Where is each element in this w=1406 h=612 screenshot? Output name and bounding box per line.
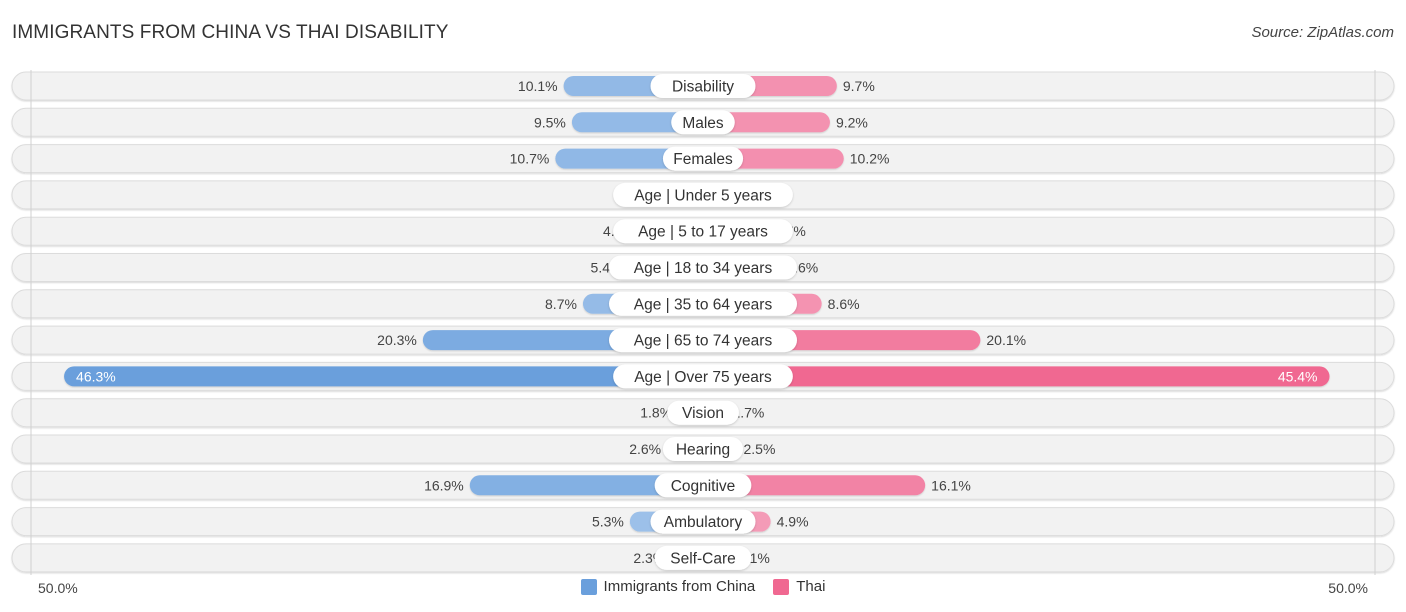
legend: Immigrants from China Thai — [0, 578, 1406, 595]
value-label-thai: 20.1% — [986, 332, 1026, 348]
value-label-china: 9.5% — [534, 114, 566, 130]
chart-row[interactable]: 10.7% 10.2% Females — [11, 144, 1395, 174]
chart-row[interactable]: 2.6% 2.5% Hearing — [11, 434, 1395, 464]
chart-row[interactable]: 16.9% 16.1% Cognitive — [11, 470, 1395, 500]
value-label-thai: 10.2% — [850, 151, 890, 167]
category-label: Age | 5 to 17 years — [638, 224, 768, 241]
chart-row[interactable]: 5.3% 4.9% Ambulatory — [11, 507, 1395, 537]
bar-thai — [703, 366, 1330, 387]
chart-row[interactable]: 8.7% 8.6% Age | 35 to 64 years — [11, 289, 1395, 319]
category-label: Age | 18 to 34 years — [634, 260, 773, 277]
value-label-china: 5.3% — [592, 514, 624, 530]
legend-item-china[interactable]: Immigrants from China — [580, 578, 756, 595]
category-label: Disability — [672, 79, 734, 96]
value-label-thai: 8.6% — [828, 296, 860, 312]
category-label: Age | Under 5 years — [634, 187, 772, 204]
value-label-thai: 2.5% — [744, 441, 776, 457]
value-label-china: 2.6% — [629, 441, 661, 457]
category-label: Vision — [682, 405, 724, 422]
value-label-china: 10.7% — [510, 151, 550, 167]
value-label-china: 8.7% — [545, 296, 577, 312]
value-label-china: 16.9% — [424, 477, 464, 493]
legend-swatch-china — [580, 578, 597, 595]
chart-area: 10.1% 9.7%Disability9.5% 9.2%Males10.7% 10.… — [11, 70, 1395, 575]
value-label-thai: 45.4% — [1278, 368, 1318, 384]
category-label: Cognitive — [671, 478, 736, 495]
category-label: Self-Care — [670, 550, 735, 567]
chart-row[interactable]: 5.4% 5.6%Age | 18 to 34 years — [11, 253, 1395, 282]
value-label-thai: 9.7% — [843, 78, 875, 94]
value-label-china: 46.3% — [76, 368, 116, 384]
category-label: Age | 35 to 64 years — [634, 296, 773, 313]
legend-swatch-thai — [773, 578, 790, 595]
category-label: Hearing — [676, 442, 730, 459]
legend-label-thai: Thai — [796, 578, 826, 595]
chart-row[interactable]: 2.3% 2.1%Self-Care — [11, 543, 1395, 573]
chart-row[interactable]: 20.3% 20.1% Age | 65 to 74 years — [11, 325, 1395, 355]
chart-row[interactable]: 9.5% 9.2% Males — [11, 107, 1395, 137]
category-label: Males — [682, 115, 724, 132]
legend-label-china: Immigrants from China — [603, 578, 756, 595]
chart-row[interactable]: 10.1% 9.7% Disability — [11, 71, 1395, 101]
category-label: Age | 65 to 74 years — [634, 333, 773, 350]
category-label: Ambulatory — [664, 514, 743, 531]
chart-row[interactable]: 4.5%4.7%Age | 5 to 17 years — [11, 216, 1395, 246]
bar-china — [64, 366, 703, 387]
value-label-thai: 4.9% — [777, 514, 809, 530]
chart-row[interactable]: 0.96%1.1%Age | Under 5 years — [11, 180, 1395, 210]
category-label: Females — [673, 151, 733, 168]
chart-row[interactable]: 1.8% 1.7%Vision — [11, 398, 1395, 428]
chart-row[interactable]: 46.3% 45.4% Age | Over 75 years — [11, 361, 1395, 391]
category-label: Age | Over 75 years — [634, 369, 772, 386]
value-label-thai: 16.1% — [931, 477, 971, 493]
value-label-china: 10.1% — [518, 78, 558, 94]
value-label-thai: 9.2% — [836, 114, 868, 130]
legend-item-thai[interactable]: Thai — [773, 578, 825, 595]
value-label-china: 20.3% — [377, 332, 417, 348]
